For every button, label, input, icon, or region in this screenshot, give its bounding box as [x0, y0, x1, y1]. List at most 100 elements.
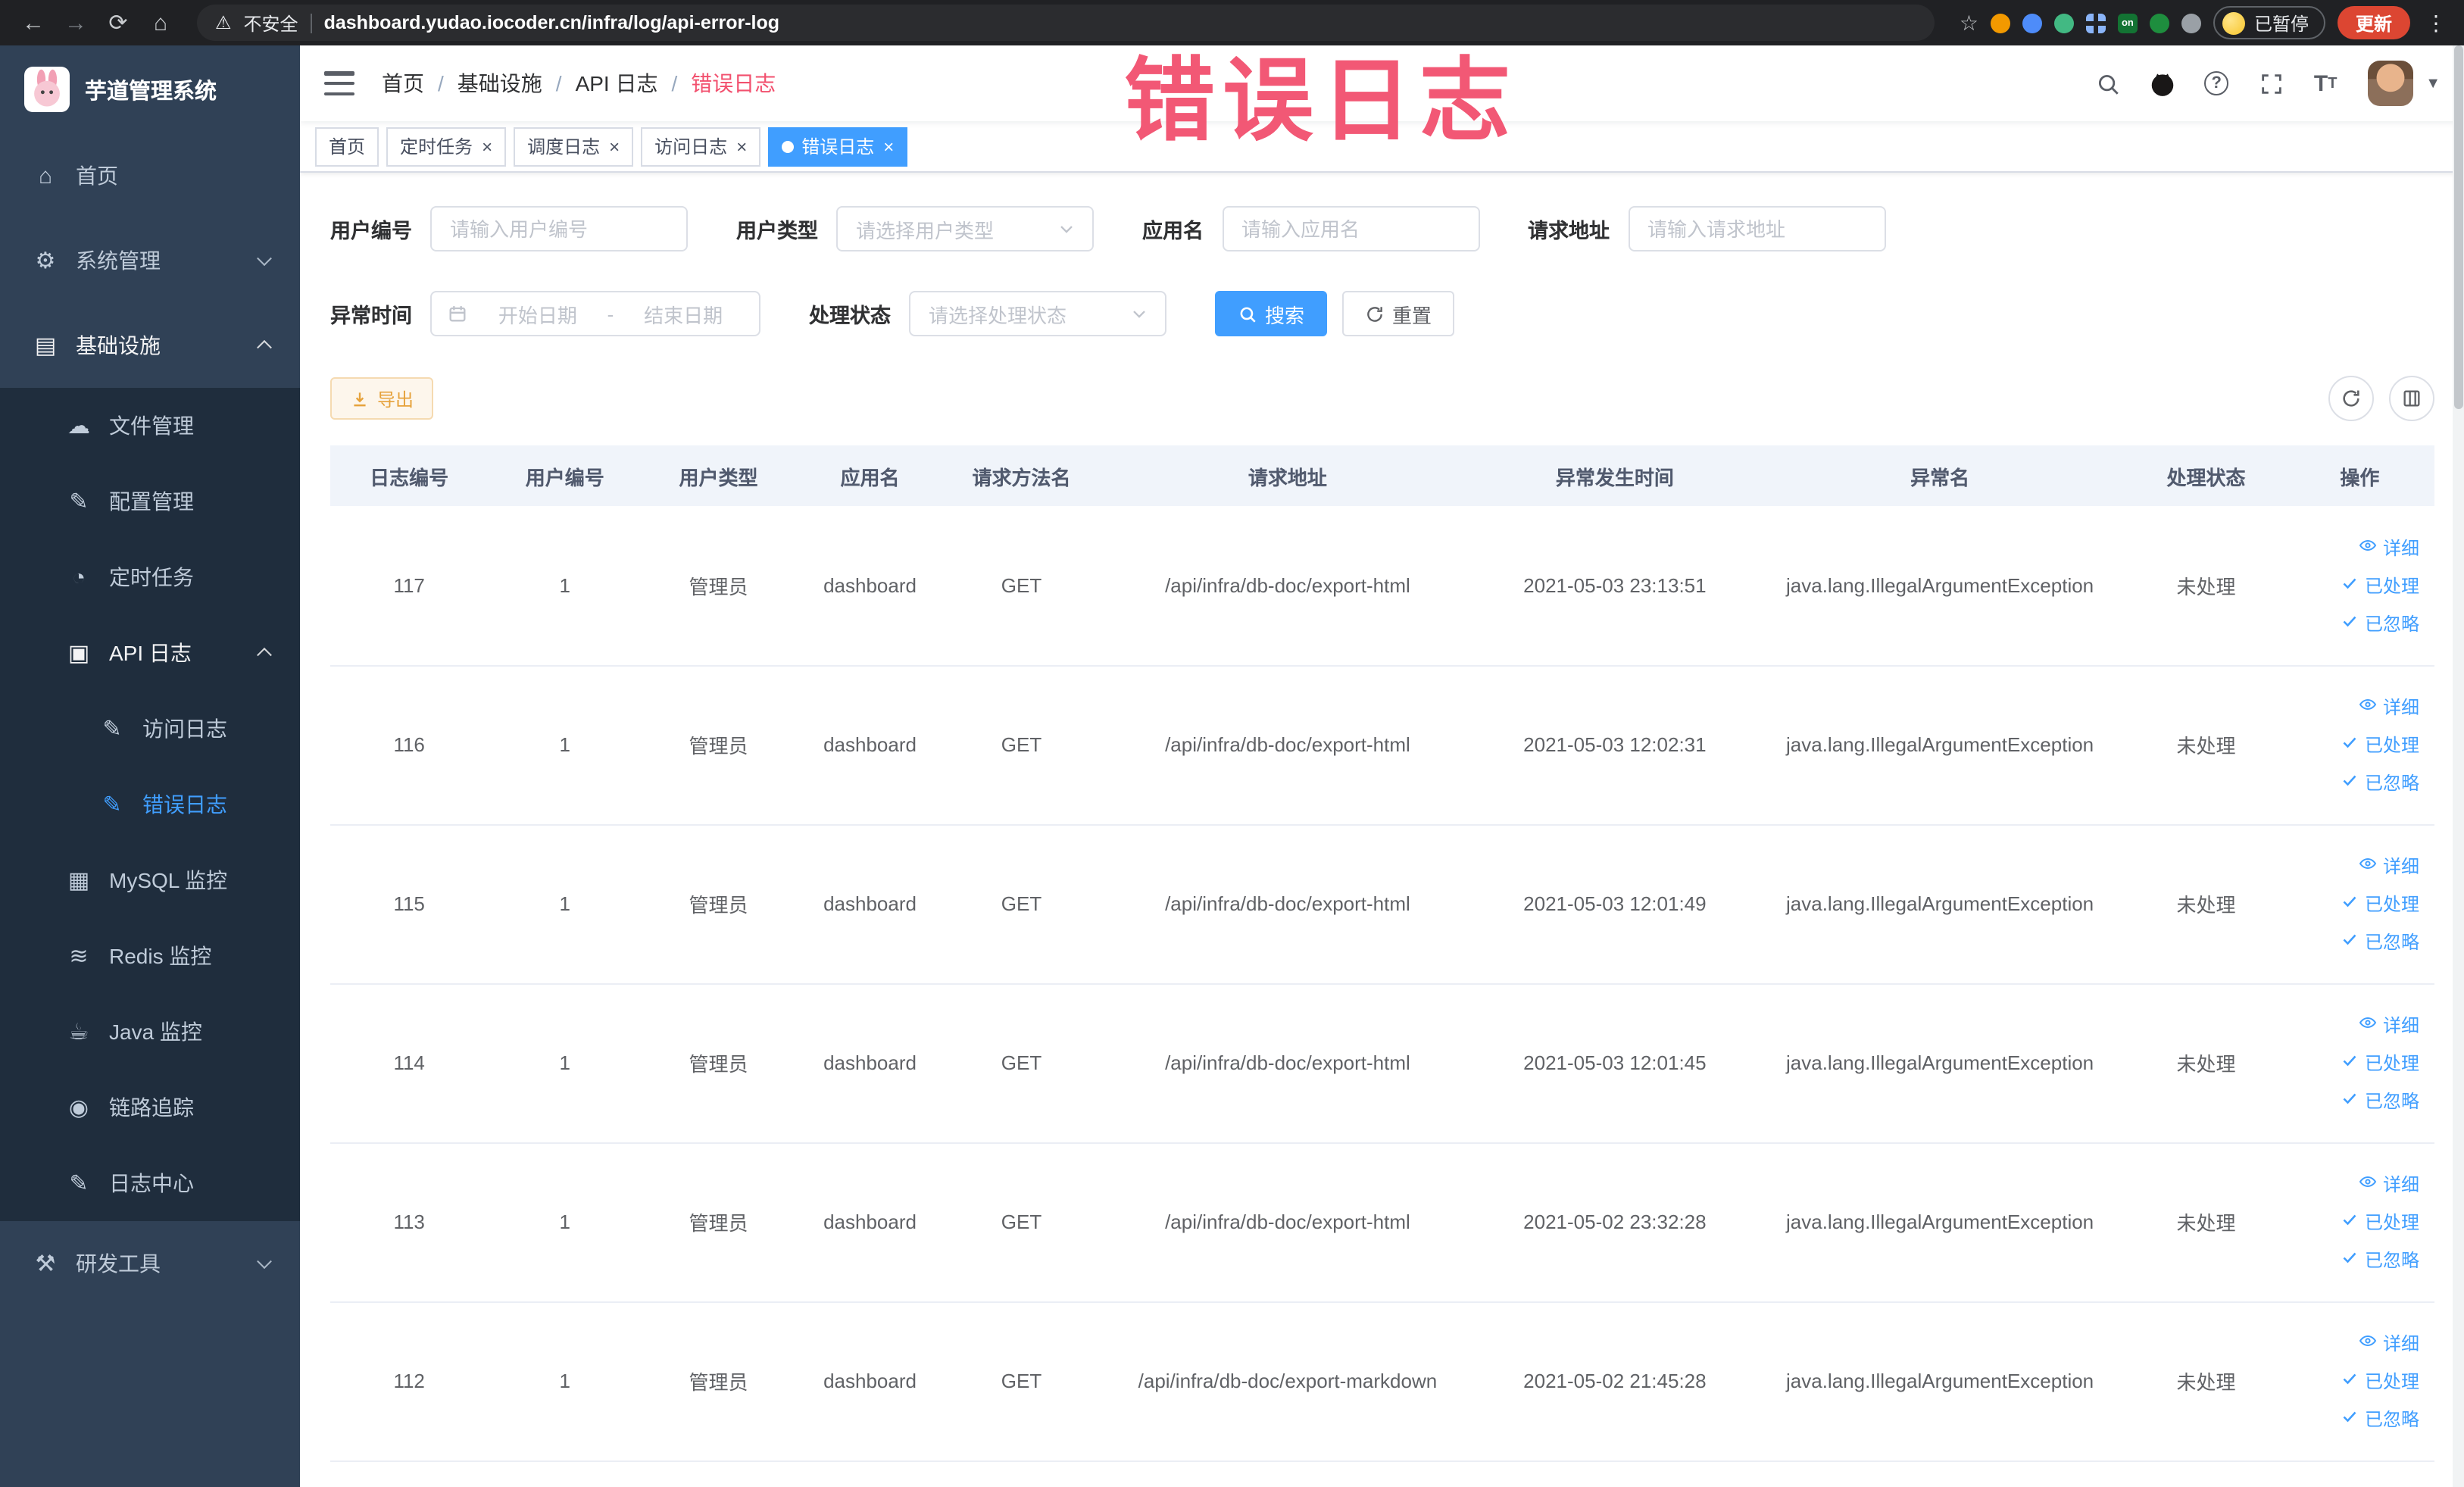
close-tab-icon[interactable]: ×: [482, 137, 492, 155]
sidebar-item-error-log[interactable]: ✎ 错误日志: [0, 767, 300, 842]
sidebar-item-access-log[interactable]: ✎ 访问日志: [0, 691, 300, 767]
scrollbar[interactable]: [2453, 45, 2464, 1487]
action-label: 已处理: [2364, 1053, 2419, 1074]
sidebar-menu: ⌂ 首页 ⚙ 系统管理 ▤ 基础设施 ☁ 文件管理 ✎ 配置管理 ◔ 定时任务 ▣ API 日志 ✎ 访问日志…: [0, 133, 300, 1306]
breadcrumb-item[interactable]: 首页: [382, 68, 424, 98]
detail-link[interactable]: 详细: [2359, 853, 2419, 879]
close-tab-icon[interactable]: ×: [736, 137, 747, 155]
processed-link[interactable]: 已处理: [2341, 573, 2419, 598]
sidebar-item-file-management[interactable]: ☁ 文件管理: [0, 388, 300, 464]
extension-icon[interactable]: [1990, 13, 2010, 33]
home-button[interactable]: ⌂: [142, 5, 179, 41]
request-url-input[interactable]: [1628, 206, 1885, 251]
tab-access-log[interactable]: 访问日志 ×: [641, 127, 761, 166]
ignored-link[interactable]: 已忽略: [2341, 1088, 2419, 1114]
tab-home[interactable]: 首页: [315, 127, 379, 166]
ignored-link[interactable]: 已忽略: [2341, 611, 2419, 636]
extensions-grid-icon[interactable]: [2085, 13, 2106, 33]
export-button-label: 导出: [377, 389, 414, 410]
processed-link[interactable]: 已处理: [2341, 1050, 2419, 1076]
avatar[interactable]: [2368, 61, 2414, 106]
cell-user-type: 管理员: [642, 1301, 795, 1461]
top-navbar: 首页 / 基础设施 / API 日志 / 错误日志 ? TT ▼: [300, 45, 2464, 121]
update-button[interactable]: 更新: [2337, 6, 2410, 39]
detail-link[interactable]: 详细: [2359, 1012, 2419, 1038]
chevron-down-icon: [1060, 226, 1073, 233]
sidebar-item-trace[interactable]: ◉ 链路追踪: [0, 1070, 300, 1145]
export-button[interactable]: 导出: [330, 377, 434, 420]
breadcrumb-item[interactable]: API 日志: [576, 68, 658, 98]
close-tab-icon[interactable]: ×: [609, 137, 620, 155]
cell-status: 未处理: [2127, 665, 2285, 825]
check-icon: [2341, 574, 2359, 597]
sidebar-item-scheduled-tasks[interactable]: ◔ 定时任务: [0, 539, 300, 615]
app-logo[interactable]: 芋道管理系统: [0, 45, 300, 133]
bookmark-star-icon[interactable]: ☆: [1960, 10, 1978, 36]
address-bar[interactable]: ⚠ 不安全 dashboard.yudao.iocoder.cn/infra/l…: [197, 5, 1935, 41]
search-icon[interactable]: [2083, 59, 2131, 108]
back-button[interactable]: ←: [15, 5, 52, 41]
reload-button[interactable]: ⟳: [100, 5, 136, 41]
process-status-select[interactable]: 请选择处理状态: [909, 291, 1166, 336]
detail-link[interactable]: 详细: [2359, 1330, 2419, 1356]
action-label: 详细: [2382, 1174, 2419, 1195]
address-url[interactable]: dashboard.yudao.iocoder.cn/infra/log/api…: [324, 12, 779, 33]
sidebar-item-api-log[interactable]: ▣ API 日志: [0, 615, 300, 691]
processed-link[interactable]: 已处理: [2341, 732, 2419, 758]
forward-button[interactable]: →: [58, 5, 94, 41]
sidebar-item-mysql-monitor[interactable]: ▦ MySQL 监控: [0, 842, 300, 918]
sidebar-item-redis-monitor[interactable]: ≋ Redis 监控: [0, 918, 300, 994]
tab-error-log[interactable]: 错误日志 ×: [768, 127, 908, 166]
detail-link[interactable]: 详细: [2359, 535, 2419, 561]
user-id-input[interactable]: [430, 206, 688, 251]
extension-on-badge[interactable]: on: [2117, 13, 2138, 33]
font-size-icon[interactable]: TT: [2301, 59, 2350, 108]
browser-menu-icon[interactable]: ⋮: [2422, 10, 2450, 36]
search-button[interactable]: 搜索: [1215, 291, 1328, 336]
fullscreen-icon[interactable]: [2247, 59, 2295, 108]
app-name-input[interactable]: [1222, 206, 1479, 251]
sidebar-item-home[interactable]: ⌂ 首页: [0, 133, 300, 218]
cell-app: dashboard: [795, 506, 945, 666]
row-actions: 详细已处理已忽略: [2294, 1330, 2425, 1432]
sidebar-item-label: 基础设施: [76, 333, 161, 358]
paused-badge[interactable]: 已暂停: [2213, 6, 2325, 39]
extension-icon[interactable]: [2053, 13, 2074, 33]
detail-link[interactable]: 详细: [2359, 1171, 2419, 1197]
extension-icon[interactable]: [2022, 13, 2042, 33]
sidebar-item-infrastructure[interactable]: ▤ 基础设施: [0, 303, 300, 388]
processed-link[interactable]: 已处理: [2341, 1368, 2419, 1394]
detail-link[interactable]: 详细: [2359, 694, 2419, 720]
processed-link[interactable]: 已处理: [2341, 1209, 2419, 1235]
action-label: 已处理: [2364, 735, 2419, 756]
tab-scheduled-tasks[interactable]: 定时任务 ×: [386, 127, 507, 166]
sidebar-item-label: MySQL 监控: [109, 868, 228, 892]
hamburger-icon[interactable]: [324, 71, 354, 95]
ignored-link[interactable]: 已忽略: [2341, 1247, 2419, 1273]
ignored-link[interactable]: 已忽略: [2341, 929, 2419, 954]
help-icon[interactable]: ?: [2192, 59, 2241, 108]
extension-icon[interactable]: [2149, 13, 2169, 33]
sidebar-item-config-management[interactable]: ✎ 配置管理: [0, 464, 300, 539]
refresh-button[interactable]: [2328, 376, 2374, 421]
ignored-link[interactable]: 已忽略: [2341, 1406, 2419, 1432]
chevron-down-icon[interactable]: ▼: [2425, 75, 2441, 92]
sidebar-item-dev-tools[interactable]: ⚒ 研发工具: [0, 1221, 300, 1306]
scrollbar-thumb[interactable]: [2454, 45, 2463, 409]
sidebar-item-system-management[interactable]: ⚙ 系统管理: [0, 218, 300, 303]
action-label: 详细: [2382, 1015, 2419, 1036]
puzzle-extension-icon[interactable]: [2181, 13, 2201, 33]
tab-schedule-log[interactable]: 调度日志 ×: [514, 127, 634, 166]
sidebar-item-java-monitor[interactable]: ☕ Java 监控: [0, 994, 300, 1070]
close-tab-icon[interactable]: ×: [883, 137, 894, 155]
processed-link[interactable]: 已处理: [2341, 891, 2419, 917]
user-type-select[interactable]: 请选择用户类型: [836, 206, 1094, 251]
columns-icon: [2403, 390, 2420, 407]
sidebar-item-log-center[interactable]: ✎ 日志中心: [0, 1145, 300, 1221]
ignored-link[interactable]: 已忽略: [2341, 770, 2419, 795]
github-icon[interactable]: [2138, 59, 2186, 108]
breadcrumb-item[interactable]: 基础设施: [458, 68, 542, 98]
column-settings-button[interactable]: [2389, 376, 2434, 421]
date-range-picker[interactable]: 开始日期 - 结束日期: [430, 291, 760, 336]
reset-button[interactable]: 重置: [1342, 291, 1455, 336]
